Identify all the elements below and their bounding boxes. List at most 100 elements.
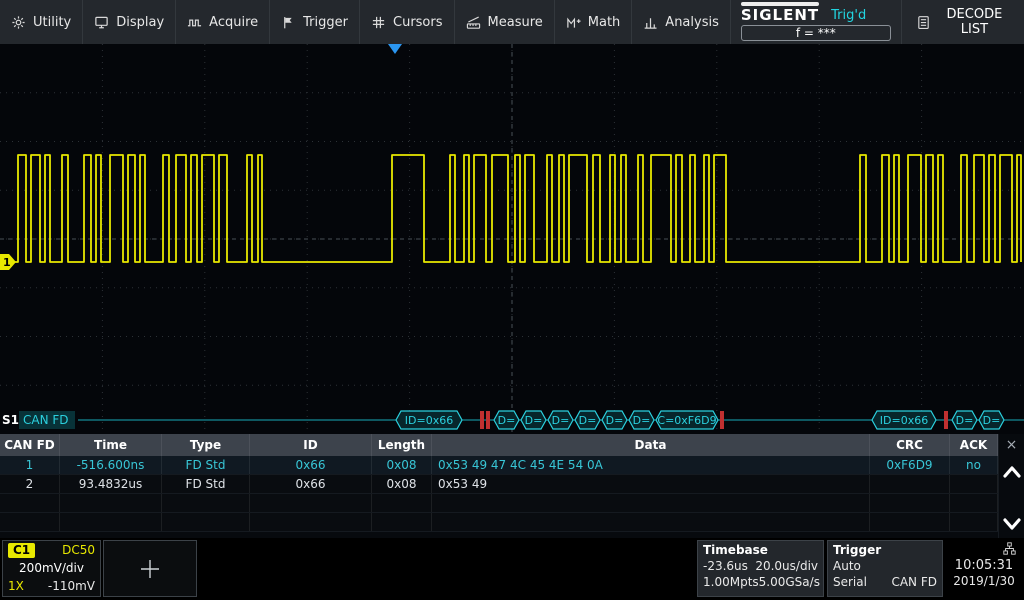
decode-row-3[interactable] — [0, 494, 998, 513]
cell: -516.600ns — [60, 456, 162, 474]
cell — [950, 475, 998, 493]
column-header-id: ID — [250, 434, 372, 456]
frame-separator — [486, 411, 490, 429]
close-icon[interactable]: × — [999, 434, 1024, 456]
table-scrollbar: × — [998, 434, 1024, 538]
status-block: SIGLENT Trig'd f = *** — [731, 0, 901, 44]
graticule — [0, 44, 1024, 434]
menu-item-display[interactable]: Display — [83, 0, 176, 44]
coupling-value: DC50 — [62, 543, 95, 557]
cell: 0x53 49 47 4C 45 4E 54 0A — [432, 456, 870, 474]
cursors-icon — [371, 15, 386, 30]
trigger-mode: Auto — [833, 559, 861, 573]
decode-list-panel: CAN FDTimeTypeIDLengthDataCRCACK 1-516.6… — [0, 434, 1024, 538]
cell: FD Std — [162, 475, 250, 493]
table-body: 1-516.600nsFD Std0x660x080x53 49 47 4C 4… — [0, 456, 998, 532]
cell — [250, 513, 372, 531]
empty-channel-box[interactable] — [103, 540, 197, 597]
svg-text:D=: D= — [552, 414, 570, 427]
menu: Utility Display Acquire Trigger Cursors … — [0, 0, 731, 44]
cell — [372, 494, 432, 512]
column-header-length: Length — [372, 434, 432, 456]
column-header-time: Time — [60, 434, 162, 456]
channel1-waveform — [8, 155, 1021, 262]
cell: 0x08 — [372, 475, 432, 493]
decode-list-button[interactable]: DECODE LIST — [901, 0, 1024, 44]
timebase-delay: -23.6us — [703, 559, 748, 573]
trigger-row2: Serial CAN FD — [828, 574, 942, 590]
menu-item-cursors[interactable]: Cursors — [360, 0, 455, 44]
decode-frame: D= — [575, 411, 600, 429]
channel1-header: C1 DC50 — [3, 541, 100, 559]
cell — [162, 513, 250, 531]
cell — [950, 494, 998, 512]
decode-frame: ID=0x66 — [872, 411, 936, 429]
decode-bus: S1CAN FDID=0x66D=D=D=D=D=D=C=0xF6D9ID=0x… — [2, 411, 1024, 429]
cell — [432, 494, 870, 512]
frame-separator — [944, 411, 948, 429]
status-bar: C1 DC50 200mV/div 1X -110mV Timebase -23… — [0, 538, 1024, 600]
timebase-box[interactable]: Timebase -23.6us 20.0us/div 1.00Mpts 5.0… — [697, 540, 824, 597]
scroll-up-button[interactable] — [1000, 460, 1024, 484]
cell — [950, 513, 998, 531]
menu-item-acquire[interactable]: Acquire — [176, 0, 270, 44]
network-icon — [1003, 542, 1016, 555]
frame-separator — [480, 411, 484, 429]
chevron-down-icon — [1000, 513, 1024, 535]
scope-canvas: 1S1CAN FDID=0x66D=D=D=D=D=D=C=0xF6D9ID=0… — [0, 44, 1024, 434]
menu-item-math[interactable]: Math — [555, 0, 633, 44]
decode-frame: ID=0x66 — [396, 411, 462, 429]
decode-row-2[interactable]: 293.4832usFD Std0x660x080x53 49 — [0, 475, 998, 494]
column-header-crc: CRC — [870, 434, 950, 456]
crosshair-icon — [139, 558, 161, 580]
column-header-can-fd: CAN FD — [0, 434, 60, 456]
waveform-display[interactable]: 1S1CAN FDID=0x66D=D=D=D=D=D=C=0xF6D9ID=0… — [0, 44, 1024, 434]
list-icon — [916, 15, 931, 30]
trigger-status: Trig'd — [831, 9, 866, 23]
column-header-ack: ACK — [950, 434, 998, 456]
cell — [0, 513, 60, 531]
frame-separator — [720, 411, 724, 429]
math-icon — [566, 15, 581, 30]
column-header-data: Data — [432, 434, 870, 456]
trigger-position-marker[interactable] — [388, 44, 402, 54]
trigger-box[interactable]: Trigger Auto Serial CAN FD — [827, 540, 943, 597]
clock-box: 10:05:31 2019/1/30 — [946, 540, 1022, 597]
bus-protocol: CAN FD — [23, 413, 69, 427]
svg-text:ID=0x66: ID=0x66 — [880, 414, 928, 427]
cell: 0x08 — [372, 456, 432, 474]
menu-item-measure[interactable]: Measure — [455, 0, 555, 44]
cell — [60, 513, 162, 531]
channel1-offset-marker[interactable]: 1 — [0, 254, 16, 270]
svg-text:1: 1 — [3, 256, 11, 269]
cell: 2 — [0, 475, 60, 493]
scroll-down-button[interactable] — [1000, 512, 1024, 536]
svg-text:D=: D= — [525, 414, 543, 427]
cell — [870, 513, 950, 531]
display-icon — [94, 15, 109, 30]
cell — [870, 494, 950, 512]
cell: 93.4832us — [60, 475, 162, 493]
decode-row-4[interactable] — [0, 513, 998, 532]
cell: 0x66 — [250, 475, 372, 493]
decode-frame: D= — [494, 411, 519, 429]
decode-frame: C=0xF6D9 — [656, 411, 718, 429]
menu-item-analysis[interactable]: Analysis — [632, 0, 731, 44]
cell: 1 — [0, 456, 60, 474]
clock-date: 2019/1/30 — [953, 574, 1015, 588]
channel1-offset: -110mV — [48, 579, 95, 593]
trigger-row1: Auto — [828, 558, 942, 574]
svg-text:D=: D= — [498, 414, 516, 427]
chevron-up-icon — [1000, 461, 1024, 483]
channel1-probe-offset: 1X -110mV — [3, 577, 100, 595]
menu-item-trigger[interactable]: Trigger — [270, 0, 360, 44]
menu-item-utility[interactable]: Utility — [0, 0, 83, 44]
brand-text: SIGLENT — [741, 6, 819, 24]
channel1-box[interactable]: C1 DC50 200mV/div 1X -110mV — [2, 540, 101, 597]
decode-row-1[interactable]: 1-516.600nsFD Std0x660x080x53 49 47 4C 4… — [0, 456, 998, 475]
decode-frame: D= — [548, 411, 573, 429]
flag-icon — [281, 15, 296, 30]
decode-frame: D= — [979, 411, 1004, 429]
column-header-type: Type — [162, 434, 250, 456]
cell — [250, 494, 372, 512]
